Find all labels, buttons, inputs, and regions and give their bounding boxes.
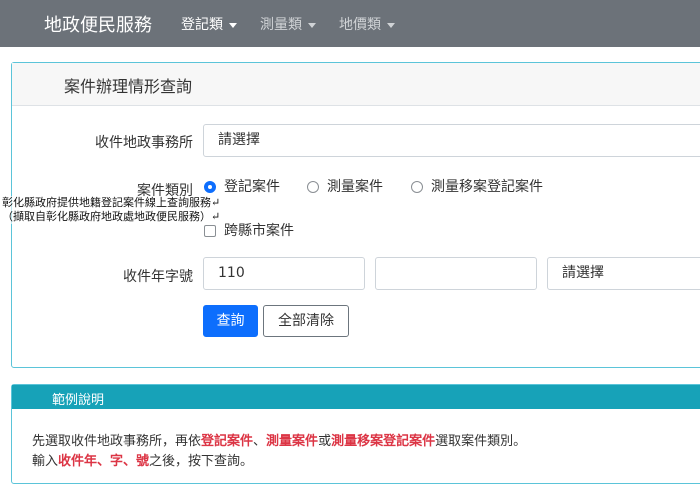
year-input[interactable]: 110 [203,257,365,290]
nav-item-land-price[interactable]: 地價類 [339,14,395,34]
example-card-header: 範例說明 [12,385,700,409]
example-line-1: 先選取收件地政事務所，再依登記案件、測量案件或測量移案登記案件選取案件類別。 [32,434,527,449]
number-select[interactable]: 請選擇 [547,257,700,290]
navbar: 地政便民服務 登記類 測量類 地價類 [0,0,700,47]
query-card-title: 案件辦理情形查詢 [64,77,193,96]
char-input[interactable] [375,257,537,290]
number-label: 收件年字號 [123,269,193,285]
radio-registration[interactable]: 登記案件 [204,176,280,196]
query-card-header: 案件辦理情形查詢 [12,63,700,106]
example-card: 範例說明 先選取收件地政事務所，再依登記案件、測量案件或測量移案登記案件選取案件… [11,384,700,484]
caret-down-icon [387,22,395,28]
radio-survey[interactable]: 測量案件 [307,176,383,196]
office-label: 收件地政事務所 [95,135,193,151]
example-line-2: 輸入收件年、字、號之後，按下查詢。 [32,454,254,469]
checkbox-icon [204,225,216,237]
brand-title[interactable]: 地政便民服務 [44,11,152,37]
radio-unchecked-icon [307,181,319,193]
nav-item-registration[interactable]: 登記類 [181,14,237,34]
radio-unchecked-icon [411,181,423,193]
office-select[interactable]: 請選擇 [203,124,700,157]
radio-checked-icon [204,181,216,193]
nav-item-survey[interactable]: 測量類 [260,14,316,34]
clear-all-button[interactable]: 全部清除 [263,305,349,337]
example-card-title: 範例說明 [52,393,105,408]
overlay-caption: 彰化縣政府提供地籍登記案件線上查詢服務↵ （擷取自彰化縣政府地政處地政便民服務）… [2,196,221,224]
radio-survey-transfer[interactable]: 測量移案登記案件 [411,176,543,196]
caret-down-icon [229,22,237,28]
query-button[interactable]: 查詢 [203,305,258,337]
caret-down-icon [308,22,316,28]
